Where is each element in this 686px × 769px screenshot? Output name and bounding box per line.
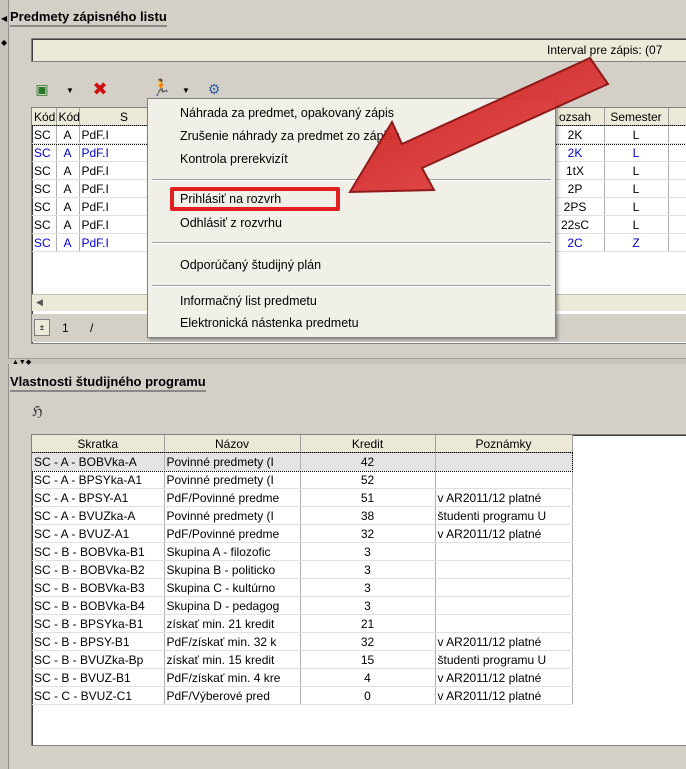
left-splitter[interactable] [0, 0, 9, 769]
column-header[interactable]: Kód [32, 108, 57, 126]
table-row[interactable]: SC - A - BPSYka-A1 Povinné predmety (I 52 [32, 470, 573, 489]
menu-separator [152, 285, 551, 287]
table-row[interactable]: SC - C - BVUZ-C1 PdF/Výberové pred 0 v AR20… [32, 686, 573, 705]
table-row[interactable]: SC - A - BOBVka-A Povinné predmety (I 42 [32, 451, 573, 472]
table-row[interactable]: SC - B - BOBVka-B2 Skupina B - politicko 3 [32, 560, 573, 579]
table-row[interactable]: SC - B - BOBVka-B1 Skupina A - filozofic 3 [32, 542, 573, 561]
chevron-down-icon[interactable]: ▼ [182, 86, 190, 95]
chevron-down-icon[interactable]: ▼ [66, 86, 74, 95]
tools-icon[interactable]: ⚙ [205, 80, 223, 98]
table-row[interactable]: SC - A - BPSY-A1 PdF/Povinné predme 51 v AR… [32, 488, 573, 507]
table-row[interactable]: SC - A - BVUZ-A1 PdF/Povinné predme 32 v AR… [32, 524, 573, 543]
menu-separator [152, 242, 551, 244]
table-row[interactable]: SC - B - BOBVka-B3 Skupina C - kultúrno 3 [32, 578, 573, 597]
table-row[interactable]: SC - B - BVUZ-B1 PdF/získať min. 4 kre 4 v … [32, 668, 573, 687]
splitter-arrow-icon[interactable]: ◀ [1, 14, 7, 23]
highlight-box [170, 187, 340, 211]
table-row[interactable]: SC - B - BVUZka-Bp získať min. 15 kredit 1… [32, 650, 573, 669]
horizontal-splitter[interactable] [8, 358, 686, 364]
menu-item-info-sheet[interactable]: Informačný list predmetu [180, 294, 317, 308]
menu-item-unregister-schedule[interactable]: Odhlásiť z rozvrhu [180, 216, 282, 230]
column-header[interactable]: Kredit [300, 435, 436, 453]
table-row[interactable]: SC - B - BPSY-B1 PdF/získať min. 32 k 32 v … [32, 632, 573, 651]
glasses-icon[interactable]: ℌ [32, 403, 43, 420]
program-table: Skratka Názov Kredit Poznámky SC - A - B… [31, 434, 686, 746]
program-grid: Skratka Názov Kredit Poznámky SC - A - B… [32, 435, 573, 705]
page-nav-icon[interactable]: ± [34, 319, 50, 336]
column-header[interactable]: Kód [56, 108, 80, 126]
column-header[interactable]: Skratka [32, 435, 165, 453]
column-header[interactable]: Názov [164, 435, 301, 453]
arrow-shape [348, 56, 610, 194]
table-header-row: Skratka Názov Kredit Poznámky [32, 435, 573, 453]
section-title-enrollment: Predmety zápisného listu [10, 9, 167, 27]
section-title-program: Vlastnosti študijného programu [10, 374, 206, 392]
scroll-left-icon[interactable]: ◀ [36, 297, 43, 308]
table-row[interactable]: SC - B - BPSYka-B1 získať min. 21 kredit 2… [32, 614, 573, 633]
splitter-arrow-icon[interactable]: ▲▼◆ [12, 358, 31, 366]
runner-icon[interactable]: 🏃 [151, 79, 171, 97]
table-row[interactable]: SC - B - BOBVka-B4 Skupina D - pedagog 3 [32, 596, 573, 615]
column-header[interactable]: Poznámky [435, 435, 573, 453]
pointer-arrow-icon [348, 56, 610, 194]
menu-item-board[interactable]: Elektronická nástenka predmetu [180, 316, 359, 330]
menu-item-study-plan[interactable]: Odporúčaný študijný plán [180, 258, 321, 272]
add-document-icon[interactable]: ▣ [33, 80, 51, 98]
page-number: 1 [62, 321, 69, 335]
menu-item-check-prerequisites[interactable]: Kontrola prerekvizít [180, 152, 288, 166]
table-row[interactable]: SC - A - BVUZka-A Povinné predmety (I 38 št… [32, 506, 573, 525]
page-separator: / [90, 321, 94, 335]
column-header[interactable] [668, 108, 686, 126]
delete-icon[interactable]: ✖ [91, 79, 109, 99]
splitter-arrow-icon[interactable]: ◆ [1, 38, 7, 47]
